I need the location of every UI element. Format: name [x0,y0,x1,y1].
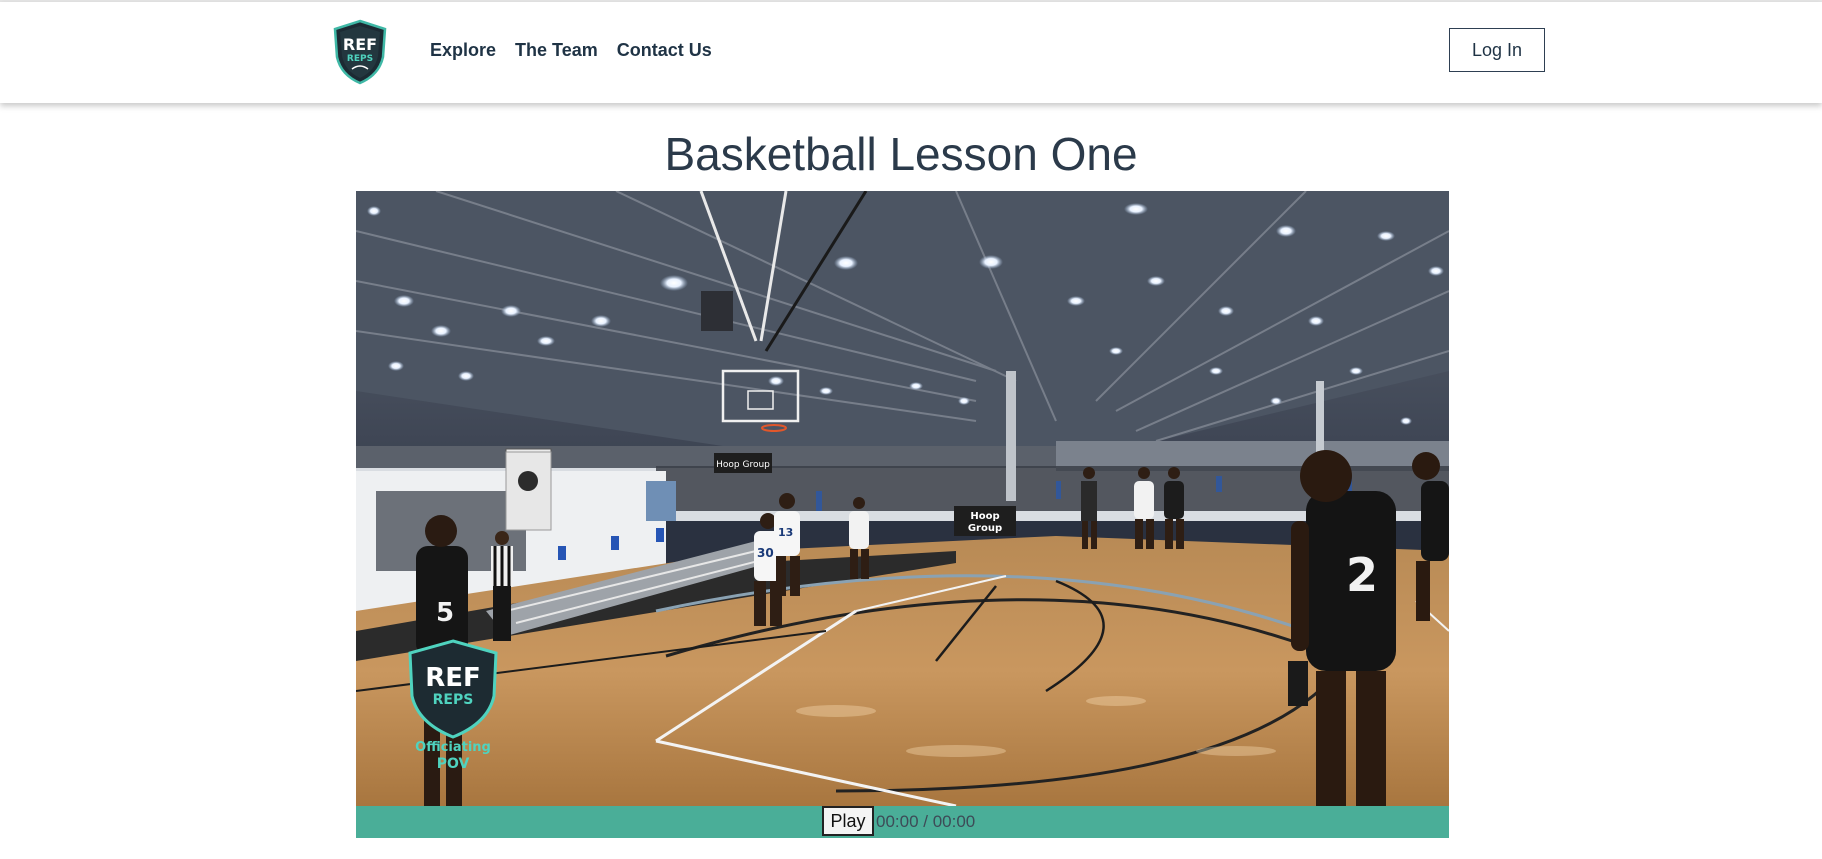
nav-explore[interactable]: Explore [430,39,496,61]
svg-text:13: 13 [778,526,793,539]
video-frame: Hoop Group Hoop Group 5 30 13 2 REF REPS… [356,191,1449,806]
svg-text:REF: REF [343,35,377,54]
svg-text:5: 5 [436,598,454,628]
main-nav: Explore The Team Contact Us [430,39,712,61]
ref-reps-watermark: REF REPS Officiating POV [408,639,498,772]
video-player[interactable]: Hoop Group Hoop Group 5 30 13 2 REF REPS… [356,191,1449,806]
svg-text:POV: POV [437,756,470,772]
svg-text:REPS: REPS [433,692,474,708]
svg-text:Hoop: Hoop [970,511,999,522]
svg-text:Group: Group [968,523,1002,534]
ref-reps-logo[interactable]: REF REPS [332,19,388,85]
svg-text:REF: REF [425,663,481,693]
time-display: 00:00 / 00:00 [876,812,976,831]
nav-contact-us[interactable]: Contact Us [617,39,712,61]
referee-left [491,531,513,641]
play-button[interactable]: Play [822,806,874,836]
svg-text:REPS: REPS [347,54,373,64]
svg-text:Hoop Group: Hoop Group [716,460,770,470]
svg-text:Officiating: Officiating [415,740,491,755]
nav-the-team[interactable]: The Team [515,39,598,61]
video-controls: Play 00:00 / 00:00 [356,806,1449,838]
navbar: REF REPS Explore The Team Contact Us Log… [0,2,1822,103]
svg-text:30: 30 [757,546,774,560]
login-button[interactable]: Log In [1449,28,1545,72]
svg-text:2: 2 [1346,548,1378,602]
page-title: Basketball Lesson One [664,128,1138,180]
